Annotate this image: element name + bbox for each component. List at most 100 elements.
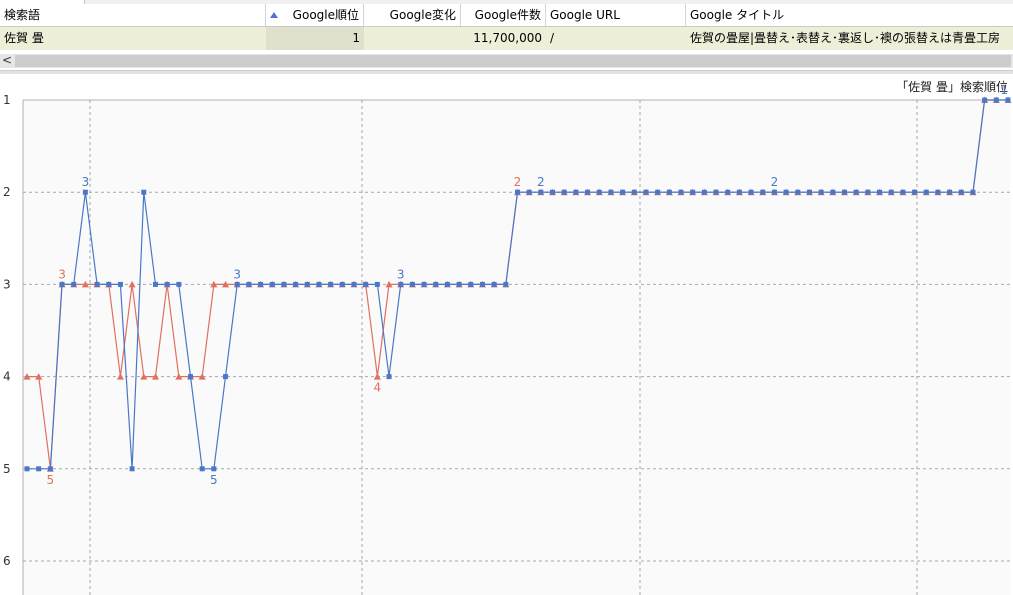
data-point — [982, 97, 988, 103]
y-tick-label: 1 — [3, 93, 11, 107]
data-point — [316, 281, 322, 287]
data-point — [526, 189, 532, 195]
cell-rank: 1 — [266, 27, 364, 50]
data-label: 5 — [210, 473, 218, 487]
scroll-left-icon[interactable]: < — [0, 54, 14, 68]
data-point — [71, 281, 77, 287]
col-header-count[interactable]: Google件数 — [461, 4, 546, 26]
data-point — [596, 189, 602, 195]
data-point — [234, 281, 240, 287]
cell-url: / — [550, 31, 555, 45]
data-point — [59, 281, 65, 287]
data-point — [923, 189, 929, 195]
data-point — [748, 189, 754, 195]
rank-chart: 1 2 3 4 5 6 「佐賀 畳」検索順位 5 3 3 5 3 4 3 2 2 2 1 — [0, 73, 1013, 595]
data-point — [117, 281, 123, 287]
data-point — [258, 281, 264, 287]
data-point — [269, 281, 275, 287]
data-point — [853, 189, 859, 195]
cell-change — [364, 27, 461, 50]
data-point — [947, 189, 953, 195]
data-point — [760, 189, 766, 195]
data-point — [433, 281, 439, 287]
data-point — [164, 281, 170, 287]
table-header: 検索語 Google順位 Google変化 Google件数 Google UR… — [0, 4, 1013, 27]
data-label: 2 — [537, 175, 545, 189]
data-point — [188, 374, 193, 380]
cell-title: 佐賀の畳屋|畳替え･表替え･裏返し･襖の張替えは青畳工房 — [690, 31, 1001, 45]
chart-title: 「佐賀 畳」検索順位 — [896, 79, 1008, 94]
cell-keyword: 佐賀 畳 — [4, 31, 44, 45]
col-header-keyword[interactable]: 検索語 — [0, 4, 266, 26]
data-point — [993, 97, 999, 103]
data-label: 3 — [58, 267, 66, 281]
col-header-change[interactable]: Google変化 — [364, 4, 461, 26]
scroll-thumb[interactable] — [15, 55, 1011, 67]
col-header-rank[interactable]: Google順位 — [266, 4, 364, 26]
data-point — [806, 189, 812, 195]
col-header-title[interactable]: Google タイトル — [686, 4, 1013, 26]
data-point — [783, 189, 789, 195]
data-point — [328, 281, 334, 287]
data-label: 2 — [514, 175, 522, 189]
data-point — [223, 374, 229, 380]
data-point — [293, 281, 299, 287]
data-point — [935, 189, 941, 195]
data-point — [246, 281, 252, 287]
data-point — [550, 189, 556, 195]
horizontal-scrollbar[interactable]: < — [0, 54, 1013, 68]
y-tick-label: 6 — [3, 554, 11, 568]
data-point — [444, 281, 450, 287]
data-point — [771, 189, 777, 195]
data-point — [608, 189, 614, 195]
data-point — [363, 281, 369, 287]
data-point — [339, 281, 345, 287]
data-label: 2 — [771, 175, 779, 189]
data-point — [199, 466, 205, 472]
data-point — [842, 189, 847, 195]
data-point — [818, 189, 824, 195]
data-point — [24, 466, 30, 472]
data-point — [736, 189, 742, 195]
y-tick-label: 5 — [3, 462, 11, 476]
data-point — [515, 189, 520, 195]
data-point — [421, 281, 427, 287]
data-point — [491, 281, 497, 287]
data-point — [725, 189, 731, 195]
data-label: 5 — [47, 473, 55, 487]
data-point — [900, 189, 906, 195]
data-point — [468, 281, 474, 287]
y-tick-label: 3 — [3, 277, 11, 291]
data-point — [877, 189, 883, 195]
data-point — [456, 281, 462, 287]
data-point — [503, 281, 509, 287]
data-point — [713, 189, 719, 195]
data-point — [152, 281, 158, 287]
data-point — [655, 189, 661, 195]
data-point — [830, 189, 836, 195]
sort-ascending-icon — [270, 12, 278, 18]
data-point — [701, 189, 707, 195]
data-label: 1 — [1000, 83, 1008, 97]
data-point — [1005, 97, 1011, 103]
data-point — [211, 466, 217, 472]
data-point — [888, 189, 894, 195]
data-point — [620, 189, 626, 195]
data-label: 3 — [397, 267, 405, 281]
data-point — [479, 281, 485, 287]
data-point — [573, 189, 579, 195]
data-point — [643, 189, 649, 195]
data-point — [36, 466, 42, 472]
data-point — [351, 281, 357, 287]
data-point — [631, 189, 637, 195]
data-point — [281, 281, 287, 287]
col-header-url[interactable]: Google URL — [546, 4, 686, 26]
table-row[interactable]: 佐賀 畳 1 11,700,000 / 佐賀の畳屋|畳替え･表替え･裏返し･襖の… — [0, 27, 1013, 50]
data-point — [129, 466, 135, 472]
data-point — [47, 466, 53, 472]
data-label: 3 — [233, 267, 241, 281]
data-point — [141, 189, 147, 195]
data-point — [409, 281, 415, 287]
data-point — [865, 189, 871, 195]
data-point — [561, 189, 567, 195]
